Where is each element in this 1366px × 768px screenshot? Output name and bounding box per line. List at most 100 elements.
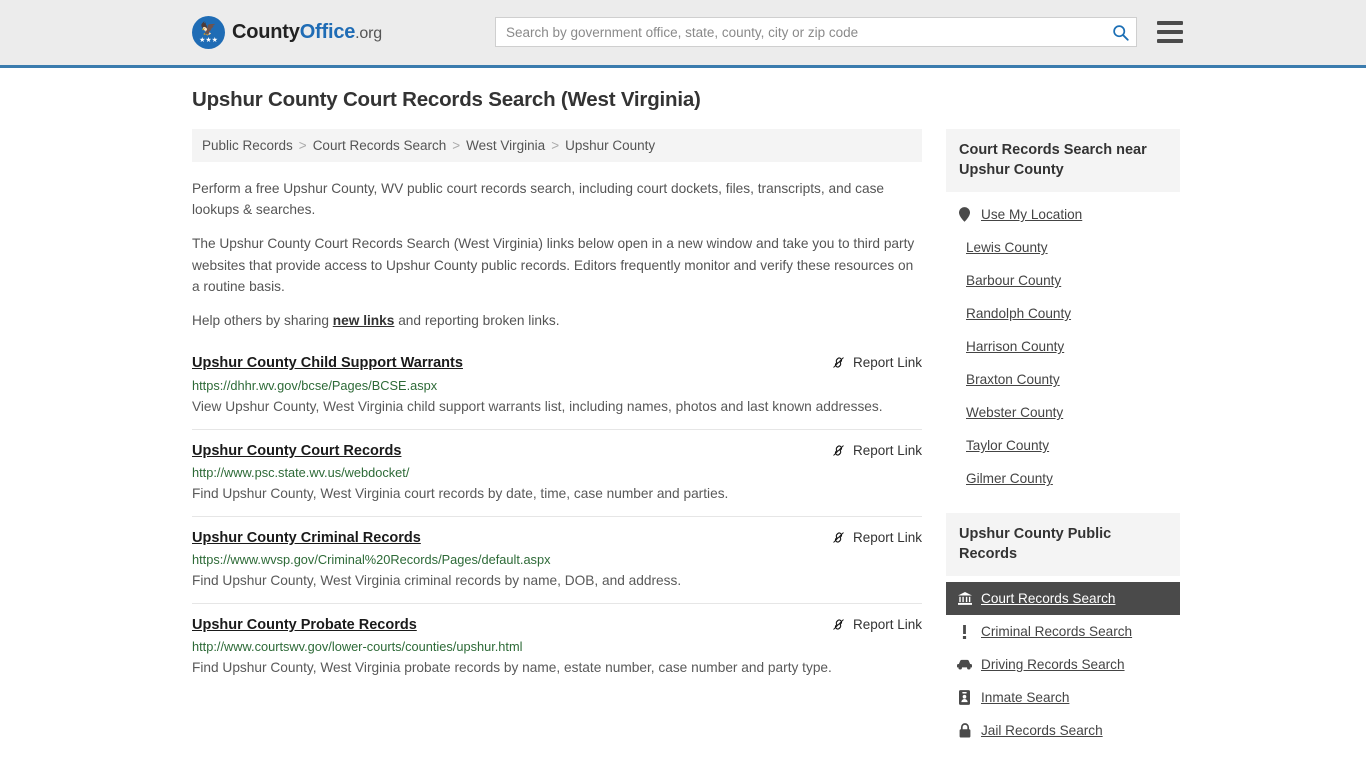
result-item: Upshur County Child Support Warrants Repo… xyxy=(192,344,922,428)
site-logo[interactable]: 🦅 ★★★ CountyOffice.org xyxy=(192,16,382,49)
result-title-link[interactable]: Upshur County Court Records xyxy=(192,442,401,460)
report-link-button[interactable]: Report Link xyxy=(831,616,922,632)
report-link-label: Report Link xyxy=(852,442,922,458)
breadcrumb-separator: > xyxy=(452,138,461,153)
logo-text-county: County xyxy=(232,21,300,43)
eagle-glyph: 🦅 xyxy=(200,21,217,36)
sidebar-public-records-box: Upshur County Public Records Court Recor… xyxy=(946,513,1180,747)
page-body: Upshur County Court Records Search (West… xyxy=(0,68,1366,765)
result-description: View Upshur County, West Virginia child … xyxy=(192,398,883,414)
logo-text-office: Office xyxy=(299,21,356,43)
sidebar-item-randolph-county[interactable]: Randolph County xyxy=(946,297,1180,330)
breadcrumb-item[interactable]: Court Records Search xyxy=(313,138,447,153)
logo-text: CountyOffice.org xyxy=(232,21,382,44)
sidebar-item-criminal-records-search[interactable]: Criminal Records Search xyxy=(946,615,1180,648)
report-link-button[interactable]: Report Link xyxy=(831,529,922,545)
sidebar-item-label: Randolph County xyxy=(966,306,1072,322)
result-title-link[interactable]: Upshur County Probate Records xyxy=(192,616,417,634)
result-header: Upshur County Criminal Records Report Lin… xyxy=(192,529,922,547)
search-input[interactable] xyxy=(506,24,1110,40)
hamburger-bar xyxy=(1157,21,1183,25)
result-header: Upshur County Court Records Report Link xyxy=(192,442,922,460)
logo-text-org: .org xyxy=(355,25,382,42)
result-item: Upshur County Probate Records Report Link… xyxy=(192,603,922,690)
sidebar-item-label: Webster County xyxy=(966,405,1064,421)
sidebar-item-use-my-location[interactable]: Use My Location xyxy=(946,198,1180,231)
broken-link-icon xyxy=(831,355,846,370)
eagle-shield-icon: 🦅 ★★★ xyxy=(192,16,225,49)
breadcrumb-item[interactable]: Public Records xyxy=(202,138,293,153)
sidebar-item-taylor-county[interactable]: Taylor County xyxy=(946,429,1180,462)
id-badge-icon xyxy=(957,690,972,706)
stars-glyph: ★★★ xyxy=(199,37,218,44)
report-link-button[interactable]: Report Link xyxy=(831,354,922,370)
sidebar-item-label: Inmate Search xyxy=(981,690,1070,706)
result-title-link[interactable]: Upshur County Criminal Records xyxy=(192,529,421,547)
sidebar-public-records-heading: Upshur County Public Records xyxy=(946,513,1180,577)
sidebar-item-barbour-county[interactable]: Barbour County xyxy=(946,264,1180,297)
sidebar-item-label: Braxton County xyxy=(966,372,1060,388)
broken-link-icon xyxy=(831,617,846,632)
result-item: Upshur County Court Records Report Link ht… xyxy=(192,428,922,516)
report-link-button[interactable]: Report Link xyxy=(831,442,922,458)
breadcrumb: Public Records > Court Records Search > West… xyxy=(192,129,922,162)
page-title: Upshur County Court Records Search (West… xyxy=(192,88,701,111)
sidebar-item-harrison-county[interactable]: Harrison County xyxy=(946,330,1180,363)
intro-paragraph-2: The Upshur County Court Records Search (… xyxy=(192,236,915,294)
content-columns: Public Records > Court Records Search > West… xyxy=(192,129,1180,765)
intro-p3-after: and reporting broken links. xyxy=(394,313,560,329)
breadcrumb-separator: > xyxy=(298,138,307,153)
sidebar-nearby-box: Court Records Search near Upshur County … xyxy=(946,129,1180,495)
result-url[interactable]: https://www.wvsp.gov/Criminal%20Records/… xyxy=(192,552,922,567)
sidebar-item-label: Criminal Records Search xyxy=(981,624,1133,640)
breadcrumb-item[interactable]: Upshur County xyxy=(565,138,655,153)
results-list: Upshur County Child Support Warrants Repo… xyxy=(192,344,922,690)
result-item: Upshur County Criminal Records Report Lin… xyxy=(192,516,922,603)
lock-icon xyxy=(957,723,972,738)
car-icon xyxy=(957,659,972,670)
search-icon[interactable] xyxy=(1110,22,1130,42)
sidebar-item-driving-records-search[interactable]: Driving Records Search xyxy=(946,648,1180,681)
sidebar-item-gilmer-county[interactable]: Gilmer County xyxy=(946,462,1180,495)
report-link-label: Report Link xyxy=(852,355,922,371)
header-search-area xyxy=(495,17,1183,47)
sidebar-item-webster-county[interactable]: Webster County xyxy=(946,396,1180,429)
sidebar-item-label: Jail Records Search xyxy=(981,723,1103,739)
sidebar-item-jail-records-search[interactable]: Jail Records Search xyxy=(946,714,1180,747)
intro-section: Perform a free Upshur County, WV public … xyxy=(192,178,922,331)
result-url[interactable]: http://www.psc.state.wv.us/webdocket/ xyxy=(192,465,922,480)
result-header: Upshur County Child Support Warrants Repo… xyxy=(192,354,922,372)
hamburger-bar xyxy=(1157,30,1183,34)
result-description: Find Upshur County, West Virginia probat… xyxy=(192,660,832,676)
sidebar-item-lewis-county[interactable]: Lewis County xyxy=(946,231,1180,264)
sidebar-nearby-heading: Court Records Search near Upshur County xyxy=(946,129,1180,193)
result-header: Upshur County Probate Records Report Link xyxy=(192,616,922,634)
hamburger-bar xyxy=(1157,39,1183,43)
breadcrumb-item[interactable]: West Virginia xyxy=(466,138,545,153)
sidebar-item-label: Driving Records Search xyxy=(981,657,1125,673)
result-description: Find Upshur County, West Virginia crimin… xyxy=(192,573,682,589)
sidebar-item-label: Lewis County xyxy=(966,240,1048,256)
sidebar-item-label: Barbour County xyxy=(966,273,1062,289)
sidebar-item-label: Harrison County xyxy=(966,339,1065,355)
breadcrumb-separator: > xyxy=(551,138,560,153)
result-description: Find Upshur County, West Virginia court … xyxy=(192,485,729,501)
hamburger-menu-icon[interactable] xyxy=(1157,21,1183,43)
result-title-link[interactable]: Upshur County Child Support Warrants xyxy=(192,354,463,372)
sidebar-item-label: Gilmer County xyxy=(966,471,1053,487)
intro-paragraph-1: Perform a free Upshur County, WV public … xyxy=(192,181,885,218)
result-url[interactable]: http://www.courtswv.gov/lower-courts/cou… xyxy=(192,639,922,654)
search-box[interactable] xyxy=(495,17,1137,47)
sidebar-item-court-records-search[interactable]: Court Records Search xyxy=(946,582,1180,616)
map-pin-icon xyxy=(957,207,972,222)
sidebar-item-braxton-county[interactable]: Braxton County xyxy=(946,363,1180,396)
sidebar-public-records-list: Court Records Search Criminal Records Sea… xyxy=(946,576,1180,747)
courthouse-icon xyxy=(957,591,972,606)
report-link-label: Report Link xyxy=(852,617,922,633)
sidebar-item-inmate-search[interactable]: Inmate Search xyxy=(946,681,1180,714)
result-url[interactable]: https://dhhr.wv.gov/bcse/Pages/BCSE.aspx xyxy=(192,378,922,393)
intro-paragraph-3: Help others by sharing new links and rep… xyxy=(192,310,922,331)
new-links-link[interactable]: new links xyxy=(333,313,395,328)
sidebar-item-label: Use My Location xyxy=(981,207,1083,223)
site-header: 🦅 ★★★ CountyOffice.org xyxy=(0,0,1366,68)
